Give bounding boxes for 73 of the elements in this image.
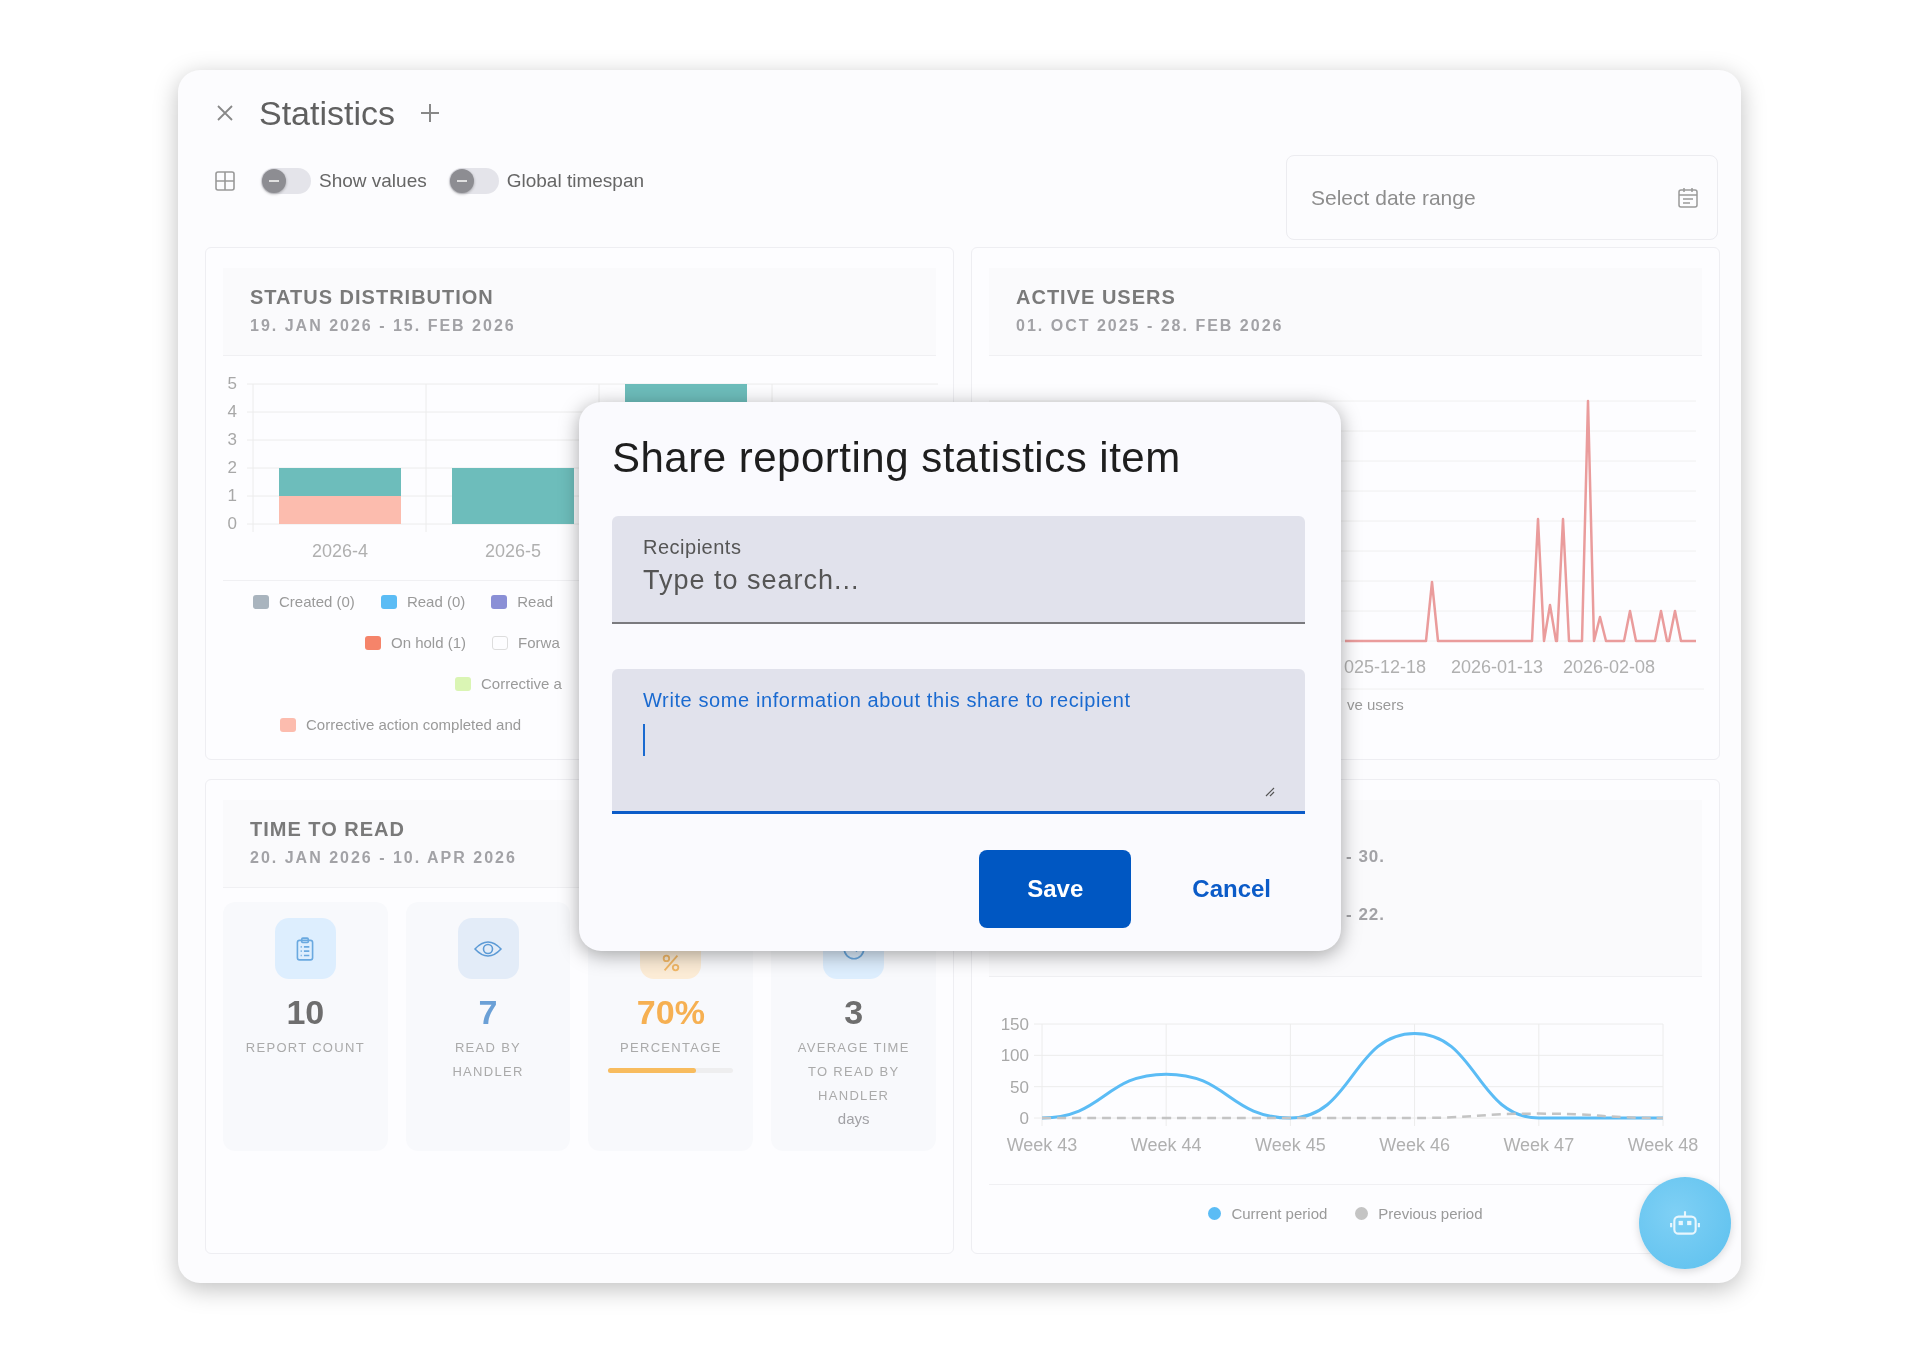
legend-label[interactable]: Current period: [1231, 1205, 1328, 1222]
save-button[interactable]: Save: [979, 850, 1132, 928]
resize-handle-icon[interactable]: [1265, 787, 1275, 797]
axis-category-label: 2026-5: [484, 541, 542, 561]
stat-label: REPORT COUNT: [245, 1039, 365, 1057]
field-label: Recipients: [643, 536, 743, 559]
recipients-field[interactable]: Recipients Type to search...: [612, 516, 1305, 624]
date-range-input[interactable]: Select date range: [1309, 184, 1677, 211]
legend-label[interactable]: Previous period: [1378, 1205, 1483, 1222]
axis-tick-label: 2: [227, 458, 237, 477]
panel-date-range: 19. JAN 2026 - 15. FEB 2026: [250, 317, 517, 335]
panel-title: ACTIVE USERS: [1016, 286, 1177, 309]
stat-label: PERCENTAGE: [620, 1039, 722, 1057]
recipients-input[interactable]: Type to search...: [643, 565, 1274, 596]
axis-tick-label: 150: [1000, 1015, 1029, 1034]
toggle-switch[interactable]: [448, 168, 499, 194]
axis-tick-label: 0: [227, 514, 237, 533]
toggle-label: Global timespan: [506, 170, 645, 192]
toggle-switch[interactable]: [261, 168, 311, 194]
axis-tick-label: 3: [227, 430, 237, 449]
stat-value: 10: [286, 993, 325, 1032]
legend-swatch: [492, 635, 509, 650]
stat-value: 7: [478, 993, 498, 1032]
axis-category-label: Week 44: [1130, 1135, 1202, 1155]
legend-label[interactable]: Corrective action completed and: [306, 716, 522, 733]
legend-label[interactable]: ve users: [1347, 696, 1404, 713]
axis-tick-label: 0: [1019, 1109, 1029, 1128]
dialog-title: Share reporting statistics item: [612, 434, 1182, 482]
axis-category-label: Week 46: [1379, 1135, 1450, 1155]
stat-value: 3: [844, 993, 864, 1032]
legend-label[interactable]: Created (0): [279, 593, 355, 610]
cancel-button[interactable]: Cancel: [1168, 865, 1295, 913]
legend-label[interactable]: Forwa: [518, 634, 560, 651]
tab-title[interactable]: Statistics: [259, 93, 396, 133]
legend-label[interactable]: Read: [517, 593, 554, 610]
panel-title: TIME TO READ: [250, 818, 406, 841]
add-tab-icon[interactable]: [419, 102, 442, 124]
field-label: Write some information about this share to recipient: [643, 689, 1132, 712]
stat-unit: days: [837, 1110, 870, 1127]
axis-tick-label: 4: [227, 402, 237, 421]
axis-category-label: Week 48: [1627, 1135, 1699, 1155]
toggle-label: Show values: [319, 170, 427, 192]
axis-date-label: 2026-02-08: [1562, 657, 1656, 677]
stat-label: READ BY HANDLER: [451, 1039, 525, 1081]
legend-label[interactable]: On hold (1): [391, 634, 467, 651]
legend-label[interactable]: Read (0): [406, 593, 466, 610]
panel-title: STATUS DISTRIBUTION: [250, 286, 495, 309]
axis-category-label: Week 47: [1503, 1135, 1575, 1155]
legend-dot: [1208, 1207, 1222, 1220]
panel-date-range: 01. OCT 2025 - 28. FEB 2026: [1016, 317, 1285, 335]
axis-category-label: Week 45: [1255, 1135, 1326, 1155]
axis-tick-label: 5: [227, 374, 237, 393]
eye-icon: [474, 938, 502, 959]
legend-label[interactable]: Corrective a: [481, 675, 562, 692]
close-icon[interactable]: [215, 103, 235, 123]
stat-value: 70%: [636, 993, 705, 1032]
panel-date-range: 20. JAN 2026 - 10. APR 2026: [250, 849, 518, 867]
axis-category-label: Week 43: [1006, 1135, 1078, 1155]
axis-category-label: 2026-4: [311, 541, 369, 561]
date-range-fragment: - 22.: [1346, 904, 1387, 926]
grid-layout-icon[interactable]: [215, 171, 235, 191]
axis-tick-label: 50: [1010, 1077, 1029, 1097]
calendar-icon[interactable]: [1677, 186, 1699, 209]
axis-date-label: 2026-01-13: [1450, 657, 1544, 677]
axis-tick-label: 100: [1000, 1046, 1029, 1066]
date-range-fragment: - 30.: [1346, 846, 1387, 868]
text-caret: [643, 724, 645, 756]
axis-tick-label: 1: [227, 486, 237, 505]
message-field[interactable]: Write some information about this share to recipient: [612, 669, 1305, 814]
date-range-field[interactable]: Select date range: [1286, 155, 1718, 240]
axis-date-label: 025-12-18: [1343, 657, 1427, 677]
legend-dot: [1355, 1207, 1369, 1220]
stat-label: AVERAGE TIME TO READ BY HANDLER: [796, 1039, 911, 1105]
